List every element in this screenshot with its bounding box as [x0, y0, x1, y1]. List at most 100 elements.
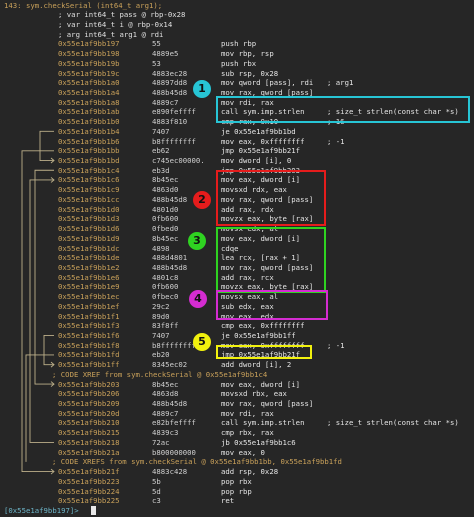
instruction-mnemonic: je 0x55e1af9bb1ff — [221, 330, 296, 340]
instruction-address: 0x55e1af9bb1c6 — [58, 175, 120, 185]
instruction-row[interactable]: 0x55e1af9bb198 4889e5 mov rbp, rsp — [0, 49, 474, 59]
instruction-address: 0x55e1af9bb1a0 — [58, 78, 120, 88]
instruction-bytes: 4883c428 — [152, 467, 188, 477]
instruction-bytes: 488b45d8 — [152, 399, 188, 409]
instruction-comment: ; arg1 — [327, 78, 354, 88]
annotation-box-3 — [216, 227, 326, 293]
instruction-mnemonic: mov rax, qword [pass] — [221, 399, 314, 409]
instruction-mnemonic: add dword [i], 2 — [221, 360, 292, 370]
text-cursor — [90, 505, 96, 517]
instruction-row[interactable]: 0x55e1af9bb223 5b pop rbx — [0, 477, 474, 487]
instruction-bytes: 4889c7 — [152, 97, 179, 107]
instruction-address: 0x55e1af9bb1f6 — [58, 330, 120, 340]
instruction-address: 0x55e1af9bb210 — [58, 418, 120, 428]
instruction-mnemonic: mov eax, dword [i] — [221, 379, 301, 389]
var-declaration: ; var int64_t i @ rbp-0x14 — [0, 20, 474, 30]
jump-arrow-line — [34, 169, 54, 385]
instruction-mnemonic: sub rsp, 0x28 — [221, 68, 279, 78]
instruction-address: 0x55e1af9bb224 — [58, 486, 120, 496]
instruction-address: 0x55e1af9bb1fd — [58, 350, 120, 360]
instruction-bytes: 4883f810 — [152, 117, 188, 127]
instruction-mnemonic: push rbx — [221, 58, 257, 68]
instruction-row[interactable]: 0x55e1af9bb1bd c745ec00000. mov dword [i],… — [0, 156, 474, 166]
instruction-bytes: 4863d8 — [152, 389, 179, 399]
annotation-badge-5: 5 — [193, 333, 211, 351]
instruction-bytes: 4839c3 — [152, 428, 179, 438]
instruction-address: 0x55e1af9bb203 — [58, 379, 120, 389]
instruction-row[interactable]: 0x55e1af9bb209 488b45d8 mov rax, qword [pa… — [0, 399, 474, 409]
instruction-mnemonic: mov eax, 0xffffffff — [221, 136, 305, 146]
instruction-address: 0x55e1af9bb1c9 — [58, 185, 120, 195]
instruction-row[interactable]: 0x55e1af9bb215 4839c3 cmp rbx, rax — [0, 428, 474, 438]
instruction-address: 0x55e1af9bb1a8 — [58, 97, 120, 107]
instruction-row[interactable]: 0x55e1af9bb21a b800000000 mov eax, 0 — [0, 448, 474, 458]
instruction-mnemonic: movsxd rbx, eax — [221, 389, 287, 399]
instruction-bytes: 488b45d8 — [152, 262, 188, 272]
instruction-mnemonic: mov eax, 0 — [221, 447, 265, 457]
instruction-bytes: 5b — [152, 476, 161, 486]
instruction-address: 0x55e1af9bb1ec — [58, 292, 120, 302]
instruction-row[interactable]: 0x55e1af9bb21f 4883c428 add rsp, 0x28 — [0, 467, 474, 477]
instruction-address: 0x55e1af9bb1c4 — [58, 165, 120, 175]
instruction-address: 0x55e1af9bb1ab — [58, 107, 120, 117]
instruction-address: 0x55e1af9bb1bb — [58, 146, 120, 156]
instruction-row[interactable]: 0x55e1af9bb224 5d pop rbp — [0, 487, 474, 497]
instruction-address: 0x55e1af9bb1f8 — [58, 340, 120, 350]
instruction-mnemonic: jmp 0x55e1af9bb21f — [221, 146, 301, 156]
instruction-row[interactable]: 0x55e1af9bb1f3 83f8ff cmp eax, 0xffffffff — [0, 321, 474, 331]
instruction-row[interactable]: 0x55e1af9bb206 4863d8 movsxd rbx, eax — [0, 389, 474, 399]
instruction-row[interactable]: 0x55e1af9bb225 c3 ret — [0, 496, 474, 506]
function-header: 143: sym.checkSerial (int64_t arg1); — [0, 1, 474, 11]
instruction-address: 0x55e1af9bb1bd — [58, 156, 120, 166]
xref-text: ; CODE XREFS from sym.checkSerial @ 0x55… — [52, 457, 342, 467]
instruction-mnemonic: pop rbx — [221, 476, 252, 486]
instruction-bytes: 0fbed0 — [152, 224, 179, 234]
instruction-mnemonic: mov rbp, rsp — [221, 49, 274, 59]
instruction-address: 0x55e1af9bb1b4 — [58, 126, 120, 136]
instruction-row[interactable]: 0x55e1af9bb197 55 push rbp — [0, 39, 474, 49]
instruction-row[interactable]: 0x55e1af9bb1f6 7407 je 0x55e1af9bb1ff — [0, 331, 474, 341]
jump-arrow-line — [29, 179, 54, 443]
instruction-bytes: b800000000 — [152, 447, 196, 457]
instruction-bytes: 4889c7 — [152, 408, 179, 418]
instruction-row[interactable]: 0x55e1af9bb1b6 b8ffffffff mov eax, 0xfffff… — [0, 137, 474, 147]
instruction-mnemonic: cmp eax, 0xffffffff — [221, 321, 305, 331]
instruction-row[interactable]: 0x55e1af9bb1b4 7407 je 0x55e1af9bb1bd — [0, 127, 474, 137]
instruction-row[interactable]: 0x55e1af9bb218 72ac jb 0x55e1af9bb1c6 — [0, 438, 474, 448]
instruction-row[interactable]: 0x55e1af9bb19c 4883ec28 sub rsp, 0x28 — [0, 69, 474, 79]
instruction-row[interactable]: 0x55e1af9bb203 8b45ec mov eax, dword [i] — [0, 380, 474, 390]
instruction-bytes: 0fbec0 — [152, 292, 179, 302]
instruction-bytes: b8ffffffff — [152, 340, 196, 350]
instruction-bytes: e890feffff — [152, 107, 196, 117]
instruction-mnemonic: mov rdi, rax — [221, 408, 274, 418]
instruction-row[interactable]: 0x55e1af9bb1a0 48897dd8 mov qword [pass], … — [0, 78, 474, 88]
var-declaration: ; var int64_t pass @ rbp-0x28 — [0, 10, 474, 20]
instruction-row[interactable]: 0x55e1af9bb210 e82bfeffff call sym.imp.str… — [0, 418, 474, 428]
instruction-row[interactable]: 0x55e1af9bb1ff 8345ec02 add dword [i], 2 — [0, 360, 474, 370]
instruction-address: 0x55e1af9bb19c — [58, 68, 120, 78]
instruction-address: 0x55e1af9bb1e9 — [58, 282, 120, 292]
instruction-address: 0x55e1af9bb198 — [58, 49, 120, 59]
terminal-window[interactable]: 143: sym.checkSerial (int64_t arg1);; va… — [0, 0, 474, 515]
annotation-badge-1: 1 — [193, 80, 211, 98]
instruction-bytes: eb20 — [152, 350, 170, 360]
instruction-bytes: 72ac — [152, 437, 170, 447]
instruction-comment: ; size_t strlen(const char *s) — [327, 418, 459, 428]
command-prompt[interactable]: [0x55e1af9bb197]> — [0, 505, 474, 517]
instruction-row[interactable]: 0x55e1af9bb1bb eb62 jmp 0x55e1af9bb21f — [0, 146, 474, 156]
instruction-mnemonic: je 0x55e1af9bb1bd — [221, 126, 296, 136]
instruction-bytes: 4898 — [152, 243, 170, 253]
annotation-box-1 — [216, 96, 470, 123]
instruction-address: 0x55e1af9bb225 — [58, 496, 120, 506]
instruction-address: 0x55e1af9bb21f — [58, 467, 120, 477]
instruction-address: 0x55e1af9bb1d9 — [58, 233, 120, 243]
instruction-bytes: 5d — [152, 486, 161, 496]
instruction-row[interactable]: 0x55e1af9bb19b 53 push rbx — [0, 59, 474, 69]
instruction-address: 0x55e1af9bb215 — [58, 428, 120, 438]
instruction-row[interactable]: 0x55e1af9bb20d 4889c7 mov rdi, rax — [0, 409, 474, 419]
instruction-address: 0x55e1af9bb21a — [58, 447, 120, 457]
instruction-bytes: 7407 — [152, 126, 170, 136]
instruction-address: 0x55e1af9bb197 — [58, 39, 120, 49]
annotation-box-5 — [216, 345, 312, 359]
annotation-box-2 — [216, 170, 326, 226]
